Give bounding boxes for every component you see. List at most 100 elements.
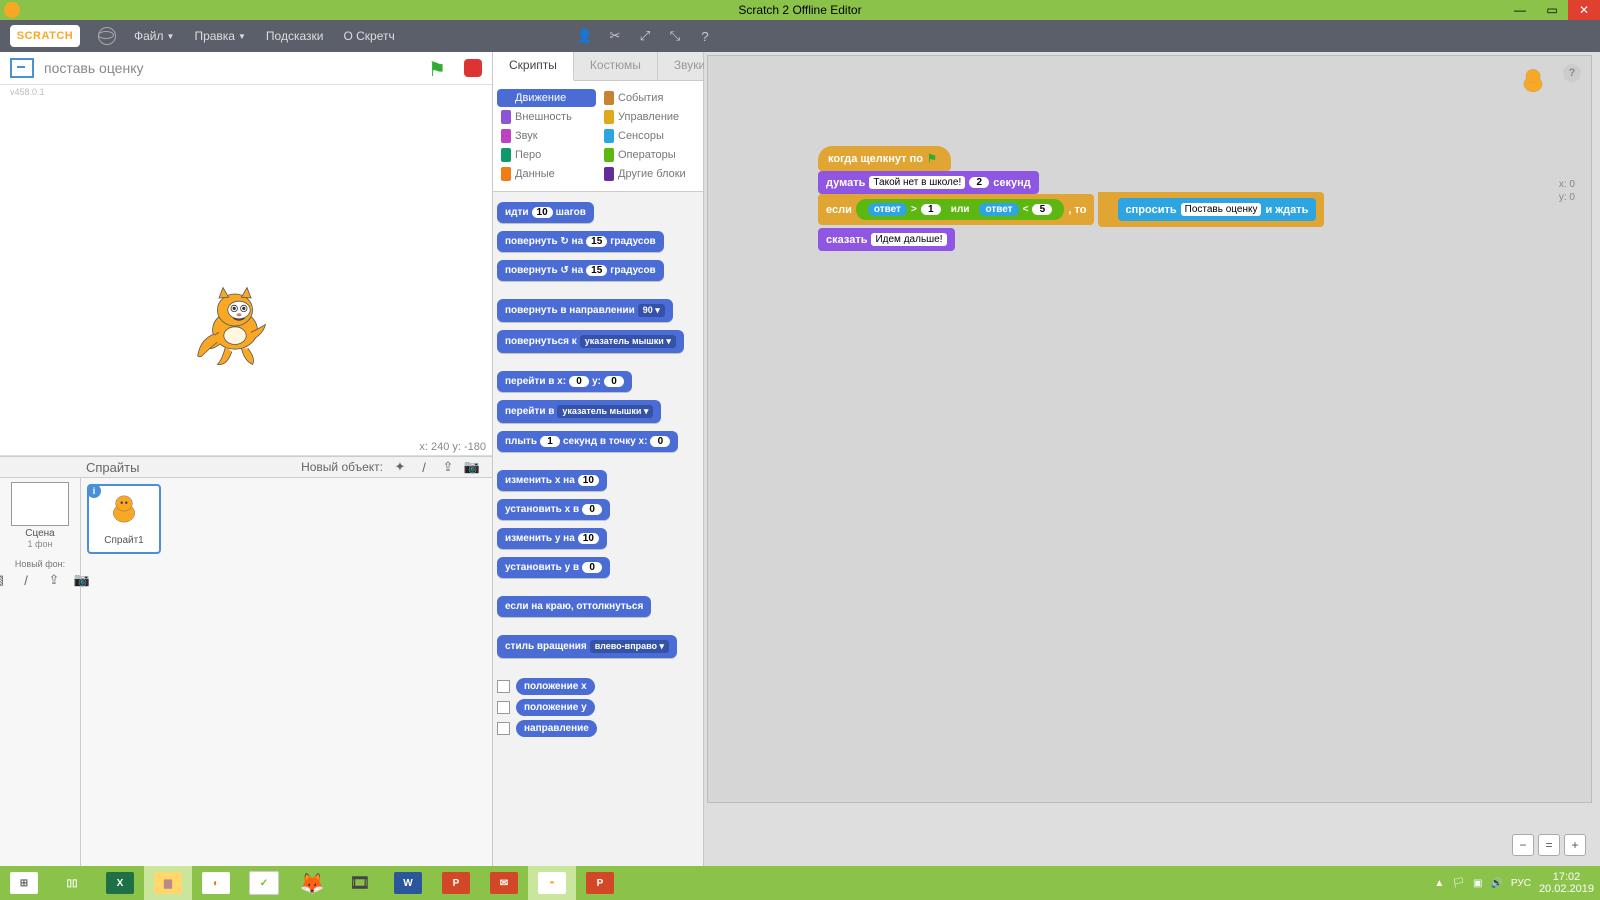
paint-backdrop-icon[interactable]: / bbox=[17, 572, 35, 588]
tb-media[interactable]: 🎞 bbox=[336, 866, 384, 900]
tray-flag-icon[interactable]: 🏳 bbox=[1452, 878, 1465, 889]
tb-mail[interactable]: ✉ bbox=[480, 866, 528, 900]
block-goto[interactable]: перейти вуказатель мышки ▾ bbox=[497, 400, 661, 423]
tab-scripts[interactable]: Скрипты bbox=[493, 52, 574, 81]
cat-pen[interactable]: Перо bbox=[497, 146, 596, 164]
block-set-y[interactable]: установить y в0 bbox=[497, 557, 610, 578]
cat-sensing[interactable]: Сенсоры bbox=[600, 127, 699, 145]
block-if[interactable]: если ответ>1 или ответ<5 , то bbox=[818, 194, 1094, 225]
cat-motion[interactable]: Движение bbox=[497, 89, 596, 107]
block-think[interactable]: думатьТакой нет в школе!2секунд bbox=[818, 171, 1039, 194]
window-titlebar: Scratch 2 Offline Editor — ▭ ✕ bbox=[0, 0, 1600, 20]
tb-word[interactable]: W bbox=[384, 866, 432, 900]
stop-button[interactable] bbox=[464, 59, 482, 77]
block-turn-cw[interactable]: повернуть ↻ на15градусов bbox=[497, 231, 664, 252]
block-when-flag[interactable]: когда щелкнут по⚑ bbox=[818, 146, 951, 171]
crosshair-icon[interactable]: ✂ bbox=[606, 27, 624, 45]
script-help-button[interactable]: ? bbox=[1563, 64, 1581, 82]
tray-lang[interactable]: РУС bbox=[1511, 878, 1531, 889]
reporter-ypos[interactable]: положение y bbox=[516, 699, 595, 716]
tb-explorer[interactable]: ▆ bbox=[144, 866, 192, 900]
tb-ppt1[interactable]: P bbox=[432, 866, 480, 900]
menu-about[interactable]: О Скретч bbox=[333, 29, 404, 43]
tb-start[interactable]: ⊞ bbox=[0, 866, 48, 900]
block-glide[interactable]: плыть1секунд в точку x:0 bbox=[497, 431, 678, 452]
menu-tips[interactable]: Подсказки bbox=[256, 29, 334, 43]
cat-events[interactable]: События bbox=[600, 89, 699, 107]
block-point-direction[interactable]: повернуть в направлении90 ▾ bbox=[497, 299, 673, 322]
cat-operators[interactable]: Операторы bbox=[600, 146, 699, 164]
stage-canvas[interactable]: v458.0.1 x: 240 y: -180 bbox=[0, 85, 492, 456]
upload-backdrop-icon[interactable]: ⇪ bbox=[45, 572, 63, 588]
grow-icon[interactable]: ⤢ bbox=[636, 27, 654, 45]
zoom-in-button[interactable]: + bbox=[1564, 834, 1586, 856]
cat-looks[interactable]: Внешность bbox=[497, 108, 596, 126]
tray-up-icon[interactable]: ▲ bbox=[1434, 878, 1444, 889]
menu-edit[interactable]: Правка▼ bbox=[184, 29, 255, 43]
tb-onenote[interactable]: ✓ bbox=[240, 866, 288, 900]
reporter-direction[interactable]: направление bbox=[516, 720, 597, 737]
fullscreen-icon[interactable] bbox=[10, 58, 34, 78]
op-or[interactable]: ответ>1 или ответ<5 bbox=[856, 199, 1065, 220]
globe-icon[interactable] bbox=[98, 27, 116, 45]
sprite-info-button[interactable]: i bbox=[87, 484, 101, 498]
tb-excel[interactable]: X bbox=[96, 866, 144, 900]
window-minimize-button[interactable]: — bbox=[1504, 0, 1536, 20]
zoom-out-button[interactable]: − bbox=[1512, 834, 1534, 856]
block-bounce[interactable]: если на краю, оттолкнуться bbox=[497, 596, 651, 617]
cat-data[interactable]: Данные bbox=[497, 165, 596, 183]
chk-direction[interactable] bbox=[497, 722, 510, 735]
cat-more[interactable]: Другие блоки bbox=[600, 165, 699, 183]
chk-xpos[interactable] bbox=[497, 680, 510, 693]
reporter-xpos[interactable]: положение x bbox=[516, 678, 595, 695]
block-rotation-style[interactable]: стиль вращениявлево-вправо ▾ bbox=[497, 635, 677, 658]
script-canvas[interactable]: ? x: 0y: 0 когда щелкнут по⚑ думатьТакой… bbox=[707, 55, 1592, 803]
tb-taskview[interactable]: ▯▯ bbox=[48, 866, 96, 900]
block-move-steps[interactable]: идти10шагов bbox=[497, 202, 594, 223]
op-gt[interactable]: ответ>1 bbox=[862, 201, 947, 218]
sprite-library-icon[interactable]: ✦ bbox=[391, 459, 409, 475]
if-body[interactable]: спроситьПоставь оценкуи ждать bbox=[1098, 192, 1325, 227]
shrink-icon[interactable]: ⤡ bbox=[666, 27, 684, 45]
tb-firefox[interactable]: 🦊 bbox=[288, 866, 336, 900]
upload-sprite-icon[interactable]: ⇪ bbox=[439, 459, 457, 475]
block-turn-ccw[interactable]: повернуть ↺ на15градусов bbox=[497, 260, 664, 281]
tray-volume-icon[interactable]: 🔊 bbox=[1490, 878, 1502, 889]
tb-scratch[interactable]: ◓ bbox=[528, 866, 576, 900]
scratch-logo[interactable]: SCRATCH bbox=[10, 25, 80, 47]
tray-action-icon[interactable]: ▣ bbox=[1473, 878, 1482, 889]
help-icon[interactable]: ? bbox=[696, 27, 714, 45]
block-goto-xy[interactable]: перейти в x:0y:0 bbox=[497, 371, 632, 392]
cat-sound[interactable]: Звук bbox=[497, 127, 596, 145]
cat-control[interactable]: Управление bbox=[600, 108, 699, 126]
backdrop-library-icon[interactable]: ▧ bbox=[0, 572, 7, 588]
paint-sprite-icon[interactable]: / bbox=[415, 459, 433, 475]
window-maximize-button[interactable]: ▭ bbox=[1536, 0, 1568, 20]
tb-ppt2[interactable]: P bbox=[576, 866, 624, 900]
window-title: Scratch 2 Offline Editor bbox=[738, 3, 861, 17]
stamp-icon[interactable]: 👤 bbox=[576, 27, 594, 45]
chk-ypos[interactable] bbox=[497, 701, 510, 714]
tray-clock[interactable]: 17:0220.02.2019 bbox=[1539, 871, 1594, 895]
tab-costumes[interactable]: Костюмы bbox=[574, 52, 658, 80]
block-palette: идти10шагов повернуть ↻ на15градусов пов… bbox=[493, 192, 703, 866]
block-change-x[interactable]: изменить x на10 bbox=[497, 470, 607, 491]
block-set-x[interactable]: установить x в0 bbox=[497, 499, 610, 520]
menu-file[interactable]: Файл▼ bbox=[124, 29, 184, 43]
version-label: v458.0.1 bbox=[10, 87, 45, 97]
script-area[interactable]: ? x: 0y: 0 когда щелкнут по⚑ думатьТакой… bbox=[704, 52, 1600, 866]
green-flag-button[interactable]: ⚑ bbox=[428, 57, 450, 79]
op-lt[interactable]: ответ<5 bbox=[973, 201, 1058, 218]
block-say[interactable]: сказатьИдем дальше! bbox=[818, 228, 955, 251]
block-ask[interactable]: спроситьПоставь оценкуи ждать bbox=[1118, 198, 1317, 221]
zoom-reset-button[interactable]: = bbox=[1538, 834, 1560, 856]
camera-sprite-icon[interactable]: 📷 bbox=[463, 459, 481, 475]
block-point-towards[interactable]: повернуться куказатель мышки ▾ bbox=[497, 330, 684, 353]
tb-blender[interactable]: ◐ bbox=[192, 866, 240, 900]
window-close-button[interactable]: ✕ bbox=[1568, 0, 1600, 20]
scene-thumbnail[interactable] bbox=[11, 482, 69, 526]
script-stack[interactable]: когда щелкнут по⚑ думатьТакой нет в школ… bbox=[818, 146, 1324, 251]
sprite-cat[interactable] bbox=[195, 285, 275, 375]
sprite-thumbnail[interactable]: i Спрайт1 bbox=[87, 484, 161, 554]
block-change-y[interactable]: изменить y на10 bbox=[497, 528, 607, 549]
